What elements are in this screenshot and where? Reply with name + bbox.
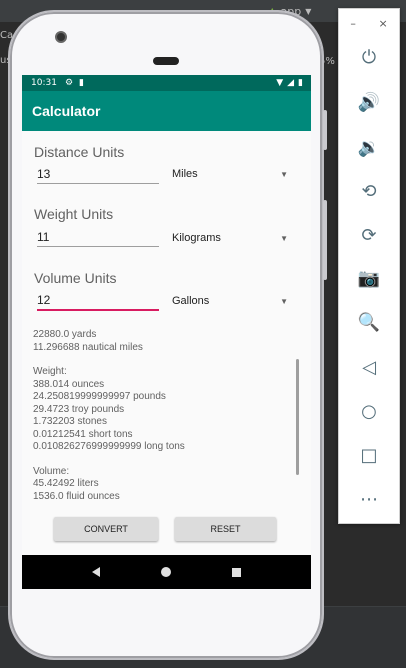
chevron-down-icon: ▼ (305, 6, 312, 16)
dropdown-arrow-icon: ▼ (280, 169, 288, 179)
result-line: 11.296688 nautical miles (33, 341, 143, 353)
rotate-right-icon[interactable]: ⟳ (355, 221, 383, 249)
result-line: 24.250819999999997 pounds (33, 391, 166, 402)
camera-icon[interactable]: 📷 (355, 264, 383, 292)
wifi-icon: ▼ (276, 78, 284, 88)
status-bar: 10:31 ⚙ ▮ ▼ ◢ ▮ (22, 75, 311, 91)
results-scrollbar[interactable] (296, 359, 299, 475)
volume-down-icon[interactable]: 🔉 (355, 133, 383, 161)
volume-unit-selected: Gallons (172, 295, 210, 307)
distance-units-label: Distance Units (34, 144, 125, 160)
distance-input[interactable] (37, 164, 159, 184)
rotate-left-icon[interactable]: ⟲ (355, 177, 383, 205)
dropdown-arrow-icon: ▼ (280, 296, 288, 306)
nav-overview-icon[interactable] (231, 567, 241, 577)
volume-input[interactable] (37, 291, 159, 311)
convert-button[interactable]: CONVERT (54, 517, 158, 541)
weight-unit-dropdown[interactable]: Kilograms ▼ (172, 228, 292, 248)
distance-unit-selected: Miles (172, 168, 198, 180)
power-icon[interactable]: ⏻ (355, 43, 383, 71)
weight-results-header: Weight: (33, 366, 67, 377)
weight-unit-selected: Kilograms (172, 232, 221, 244)
signal-icon: ◢ (287, 78, 295, 88)
results-output: 22880.0 yards 11.296688 nautical miles W… (33, 329, 185, 503)
gear-icon: ⚙ (64, 78, 74, 88)
result-line: 1.732203 stones (33, 416, 107, 427)
app-title: Calculator (32, 103, 101, 119)
sd-card-icon: ▮ (79, 78, 84, 88)
result-line: 388.014 ounces (33, 378, 105, 390)
volume-up-icon[interactable]: 🔊 (355, 88, 383, 116)
volume-unit-dropdown[interactable]: Gallons ▼ (172, 291, 292, 311)
earpiece (153, 57, 179, 65)
dropdown-arrow-icon: ▼ (280, 233, 288, 243)
distance-unit-dropdown[interactable]: Miles ▼ (172, 164, 292, 184)
weight-input[interactable] (37, 227, 159, 247)
navigation-bar (22, 555, 311, 589)
minimize-icon[interactable]: – (350, 17, 356, 30)
result-line: 22880.0 yards (33, 329, 97, 340)
status-time: 10:31 (31, 78, 57, 88)
reset-button[interactable]: RESET (175, 517, 276, 541)
emulator-toolbar: – × ⏻ 🔊 🔉 ⟲ ⟳ 📷 🔍 ◁ ○ □ ⋯ (338, 8, 400, 524)
result-line: 29.4723 troy pounds (33, 403, 125, 415)
phone-screen: 10:31 ⚙ ▮ ▼ ◢ ▮ Calculator Distance Unit… (22, 75, 311, 589)
volume-results-header: Volume: (33, 465, 70, 477)
battery-icon: ▮ (298, 78, 303, 88)
home-icon[interactable]: ○ (355, 397, 383, 425)
close-icon[interactable]: × (378, 17, 387, 30)
phone-power-key (323, 110, 327, 150)
more-icon[interactable]: ⋯ (355, 485, 383, 513)
overview-icon[interactable]: □ (355, 441, 383, 469)
nav-home-icon[interactable] (160, 567, 171, 577)
volume-units-label: Volume Units (34, 270, 117, 286)
phone-volume-key (323, 200, 327, 280)
nav-back-icon[interactable] (92, 567, 101, 577)
result-line: 0.01212541 short tons (33, 428, 133, 440)
result-line: 0.010826276999999999 long tons (33, 441, 185, 452)
result-line: 1536.0 fluid ounces (33, 490, 120, 502)
app-bar: Calculator (22, 91, 311, 131)
back-icon[interactable]: ◁ (355, 353, 383, 381)
zoom-icon[interactable]: 🔍 (355, 308, 383, 336)
result-line: 45.42492 liters (33, 478, 99, 489)
weight-units-label: Weight Units (34, 206, 114, 222)
front-camera (55, 31, 67, 43)
